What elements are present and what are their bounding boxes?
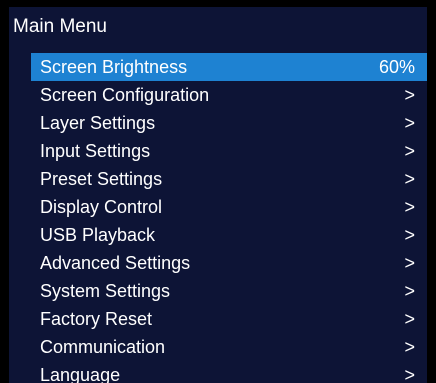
menu-item-system-settings[interactable]: System Settings >	[31, 277, 427, 305]
main-menu-list: Screen Brightness 60% Screen Configurati…	[31, 53, 427, 383]
chevron-right-icon: >	[404, 281, 415, 301]
menu-item-factory-reset[interactable]: Factory Reset >	[31, 305, 427, 333]
menu-item-layer-settings[interactable]: Layer Settings >	[31, 109, 427, 137]
brightness-value: 60%	[378, 57, 415, 77]
menu-item-language[interactable]: Language >	[31, 361, 427, 383]
menu-item-label: USB Playback	[40, 225, 156, 245]
chevron-right-icon: >	[404, 253, 415, 273]
chevron-right-icon: >	[404, 141, 415, 161]
menu-item-label: Screen Brightness	[40, 57, 188, 77]
chevron-right-icon: >	[404, 113, 415, 133]
menu-item-label: Language	[40, 365, 121, 383]
chevron-right-icon: >	[404, 85, 415, 105]
menu-item-label: Preset Settings	[40, 169, 163, 189]
chevron-right-icon: >	[404, 197, 415, 217]
menu-item-screen-configuration[interactable]: Screen Configuration >	[31, 81, 427, 109]
menu-item-input-settings[interactable]: Input Settings >	[31, 137, 427, 165]
chevron-right-icon: >	[404, 309, 415, 329]
device-screen: Main Menu Screen Brightness 60% Screen C…	[0, 0, 436, 383]
menu-item-advanced-settings[interactable]: Advanced Settings >	[31, 249, 427, 277]
menu-item-label: Screen Configuration	[40, 85, 210, 105]
chevron-right-icon: >	[404, 365, 415, 383]
chevron-right-icon: >	[404, 337, 415, 357]
menu-item-screen-brightness[interactable]: Screen Brightness 60%	[31, 53, 427, 81]
menu-item-label: Communication	[40, 337, 166, 357]
menu-title: Main Menu	[13, 16, 107, 37]
menu-item-display-control[interactable]: Display Control >	[31, 193, 427, 221]
menu-item-label: Advanced Settings	[40, 253, 191, 273]
chevron-right-icon: >	[404, 169, 415, 189]
menu-item-label: Input Settings	[40, 141, 151, 161]
menu-item-usb-playback[interactable]: USB Playback >	[31, 221, 427, 249]
menu-item-label: Display Control	[40, 197, 163, 217]
menu-item-label: System Settings	[40, 281, 171, 301]
menu-item-preset-settings[interactable]: Preset Settings >	[31, 165, 427, 193]
menu-item-communication[interactable]: Communication >	[31, 333, 427, 361]
chevron-right-icon: >	[404, 225, 415, 245]
menu-item-label: Factory Reset	[40, 309, 153, 329]
menu-item-label: Layer Settings	[40, 113, 156, 133]
